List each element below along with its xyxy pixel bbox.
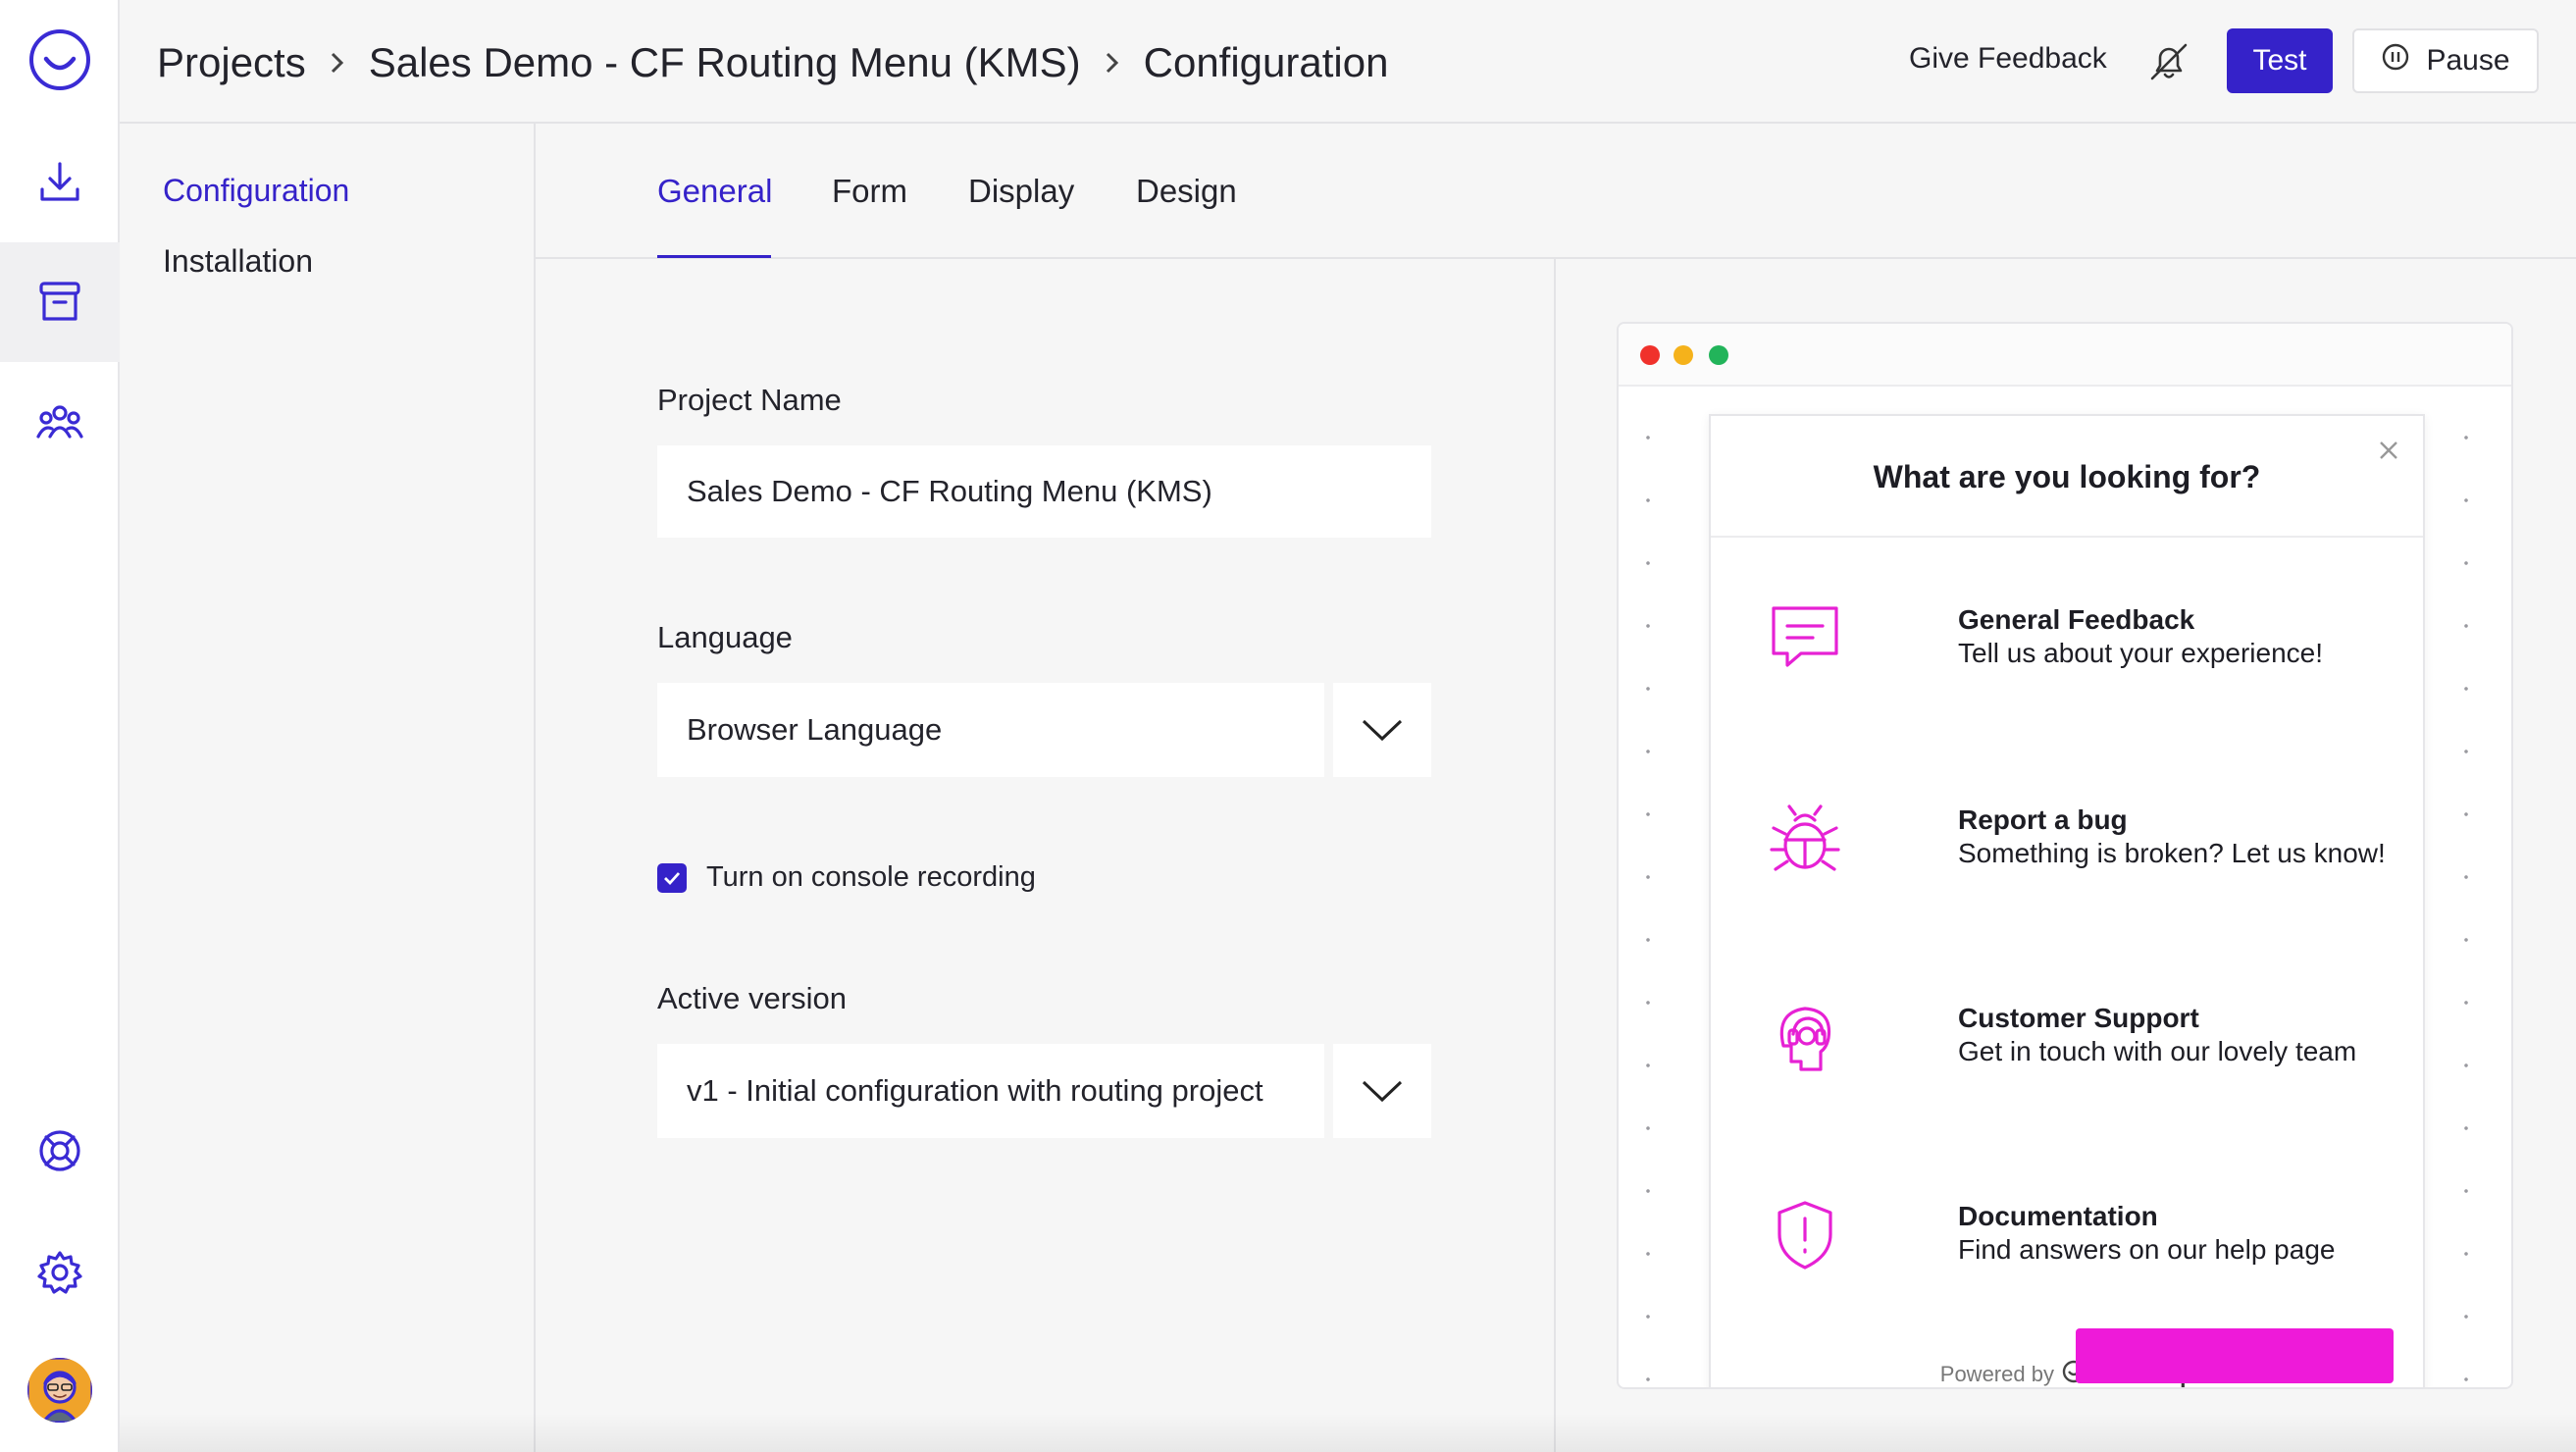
dot-grid-left xyxy=(1646,387,1650,1387)
shield-alert-icon xyxy=(1766,1197,1844,1275)
breadcrumb-projects[interactable]: Projects xyxy=(157,39,306,86)
language-label: Language xyxy=(657,620,793,654)
bottom-shadow xyxy=(120,1413,2576,1452)
subnav-item-configuration[interactable]: Configuration xyxy=(163,173,349,209)
sub-navigation: Configuration Installation xyxy=(120,124,536,1452)
left-rail xyxy=(0,0,120,1452)
widget-preview-panel: What are you looking for? General Feedba… xyxy=(1556,259,2576,1452)
test-button[interactable]: Test xyxy=(2227,28,2333,93)
console-recording-row: Turn on console recording xyxy=(657,861,1036,894)
option-report-bug[interactable]: Report a bug Something is broken? Let us… xyxy=(1766,801,2394,908)
feedback-widget: What are you looking for? General Feedba… xyxy=(1709,414,2425,1387)
bell-off-icon[interactable] xyxy=(2146,39,2191,84)
team-icon[interactable] xyxy=(0,363,120,483)
widget-header: What are you looking for? xyxy=(1711,416,2423,538)
project-name-label: Project Name xyxy=(657,383,842,417)
console-recording-checkbox[interactable] xyxy=(657,862,687,893)
minimize-dot-icon xyxy=(1674,345,1693,365)
close-icon[interactable] xyxy=(2376,438,2401,463)
option-title: Documentation xyxy=(1958,1201,2158,1231)
dot-grid-right xyxy=(2464,387,2468,1387)
lifebuoy-icon[interactable] xyxy=(0,1091,120,1211)
subnav-item-installation[interactable]: Installation xyxy=(163,243,313,280)
archive-box-icon[interactable] xyxy=(0,242,120,362)
project-name-input[interactable]: Sales Demo - CF Routing Menu (KMS) xyxy=(657,445,1431,538)
active-version-label: Active version xyxy=(657,981,847,1015)
option-title: General Feedback xyxy=(1958,604,2195,635)
tab-design[interactable]: Design xyxy=(1136,173,1237,210)
console-recording-label: Turn on console recording xyxy=(706,861,1036,893)
option-customer-support[interactable]: Customer Support Get in touch with our l… xyxy=(1766,999,2394,1107)
give-feedback-link[interactable]: Give Feedback xyxy=(1909,42,2107,76)
browser-mockup: What are you looking for? General Feedba… xyxy=(1617,322,2513,1389)
chevron-right-icon xyxy=(328,48,347,78)
tab-general[interactable]: General xyxy=(657,173,772,210)
option-documentation[interactable]: Documentation Find answers on our help p… xyxy=(1766,1197,2394,1305)
top-bar: Projects Sales Demo - CF Routing Menu (K… xyxy=(120,0,2576,124)
pause-button[interactable]: Pause xyxy=(2352,28,2539,93)
language-select[interactable]: Browser Language xyxy=(657,683,1431,777)
logo-icon[interactable] xyxy=(0,0,120,120)
language-select-value[interactable]: Browser Language xyxy=(657,683,1324,777)
active-version-select-value[interactable]: v1 - Initial configuration with routing … xyxy=(657,1044,1324,1138)
breadcrumb: Projects Sales Demo - CF Routing Menu (K… xyxy=(157,33,1388,92)
chevron-down-icon[interactable] xyxy=(1333,683,1431,777)
pause-icon xyxy=(2381,42,2410,79)
tab-bar: General Form Display Design xyxy=(536,124,2576,259)
tab-display[interactable]: Display xyxy=(968,173,1074,210)
option-description: Something is broken? Let us know! xyxy=(1958,838,2386,868)
chevron-right-icon xyxy=(1103,48,1122,78)
powered-by-label: Powered by xyxy=(1939,1362,2054,1386)
chevron-down-icon[interactable] xyxy=(1333,1044,1431,1138)
download-icon[interactable] xyxy=(0,122,120,241)
option-description: Get in touch with our lovely team xyxy=(1958,1036,2357,1066)
maximize-dot-icon xyxy=(1709,345,1728,365)
option-description: Find answers on our help page xyxy=(1958,1234,2336,1265)
tab-form[interactable]: Form xyxy=(832,173,907,210)
breadcrumb-project[interactable]: Sales Demo - CF Routing Menu (KMS) xyxy=(369,39,1081,86)
pause-label: Pause xyxy=(2426,44,2510,77)
option-description: Tell us about your experience! xyxy=(1958,638,2323,668)
bug-icon xyxy=(1766,801,1844,879)
close-dot-icon xyxy=(1640,345,1660,365)
active-tab-indicator xyxy=(657,255,771,258)
gear-icon[interactable] xyxy=(0,1213,120,1332)
breadcrumb-current: Configuration xyxy=(1143,39,1389,85)
active-version-select[interactable]: v1 - Initial configuration with routing … xyxy=(657,1044,1431,1138)
widget-title: What are you looking for? xyxy=(1873,459,2261,494)
option-title: Report a bug xyxy=(1958,804,2128,835)
chat-bubble-icon xyxy=(1766,600,1844,679)
browser-title-bar xyxy=(1619,324,2511,387)
avatar[interactable] xyxy=(27,1358,92,1423)
option-title: Customer Support xyxy=(1958,1003,2199,1033)
option-general-feedback[interactable]: General Feedback Tell us about your expe… xyxy=(1766,600,2394,708)
headset-icon xyxy=(1766,999,1844,1077)
general-settings-form: Project Name Sales Demo - CF Routing Men… xyxy=(536,259,1556,1452)
feedback-trigger-button[interactable] xyxy=(2076,1328,2394,1383)
check-icon xyxy=(664,871,681,885)
